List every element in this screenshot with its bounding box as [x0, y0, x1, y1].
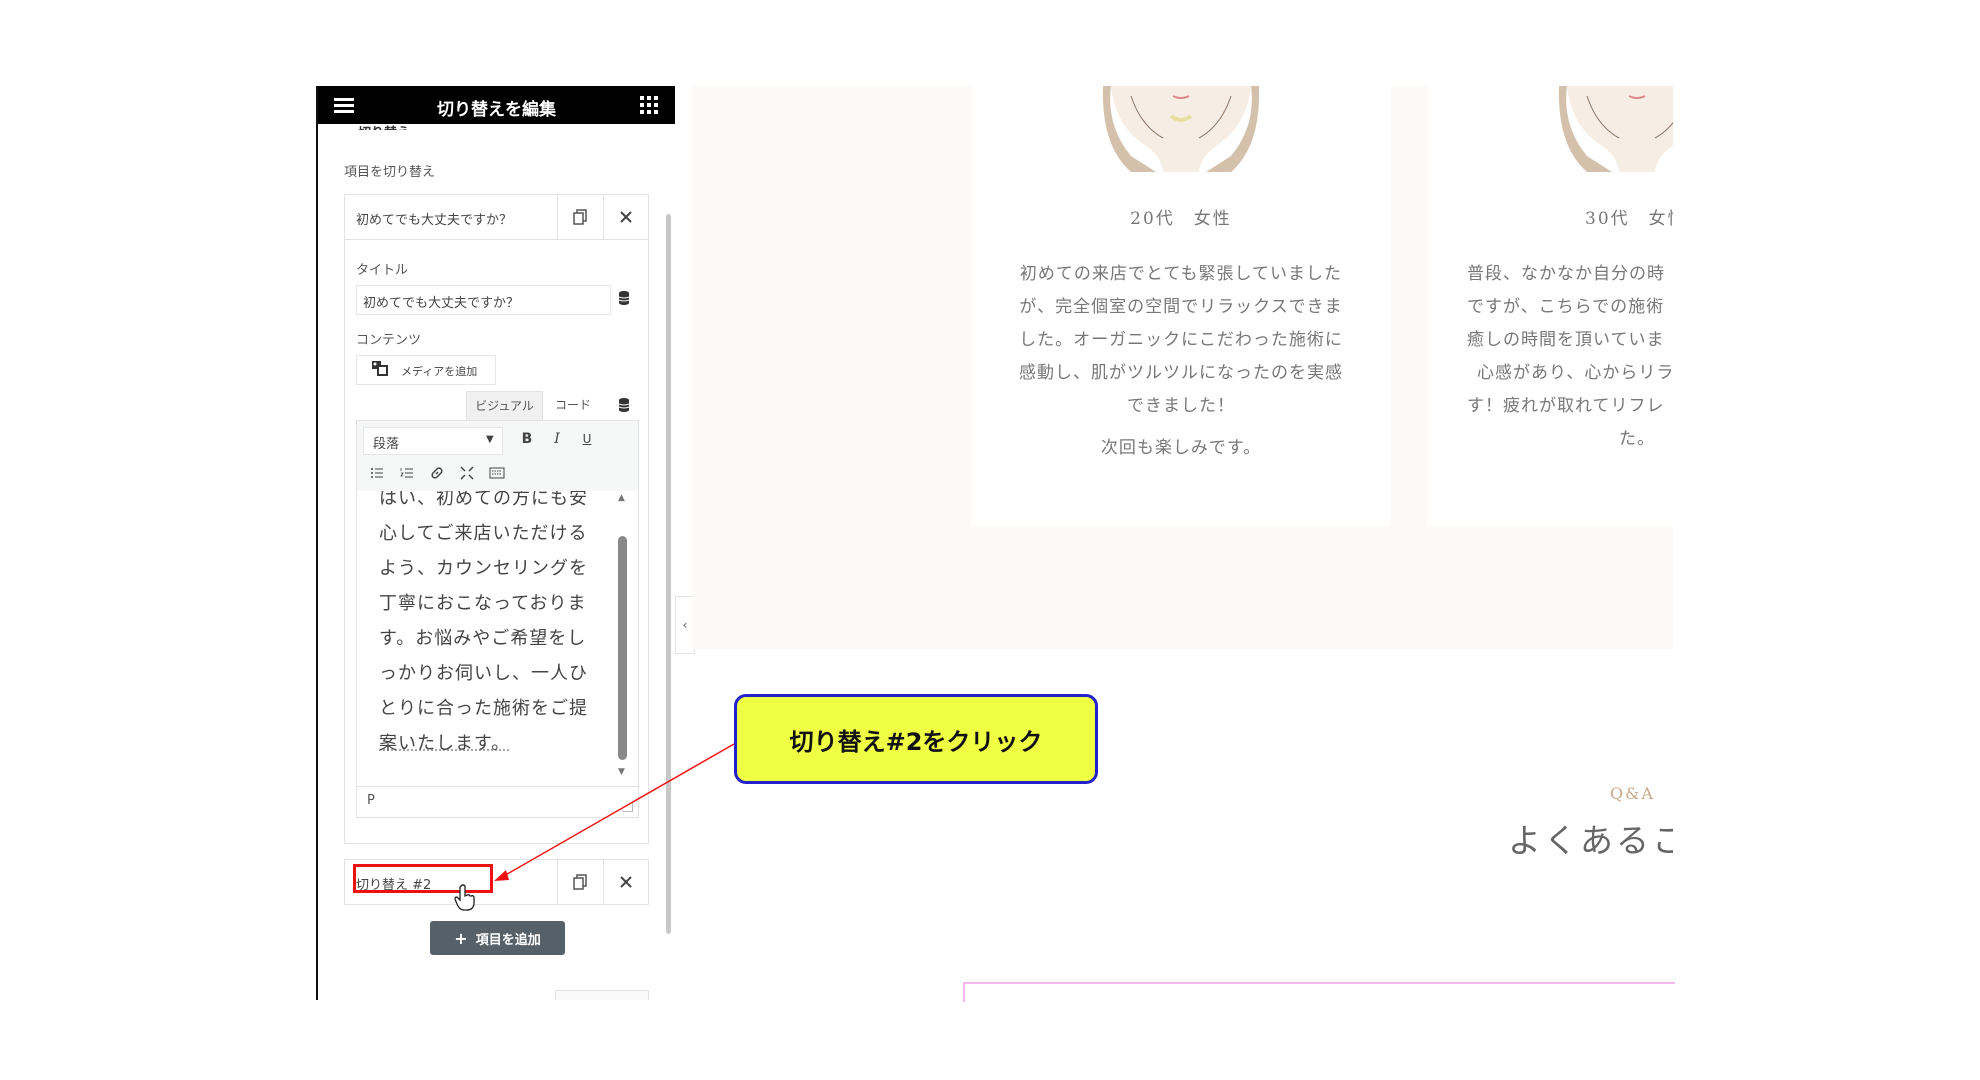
callout-box: 切り替え#2をクリック — [734, 694, 1098, 784]
hand-cursor-icon — [454, 884, 476, 916]
arrow-annotation — [494, 743, 735, 881]
